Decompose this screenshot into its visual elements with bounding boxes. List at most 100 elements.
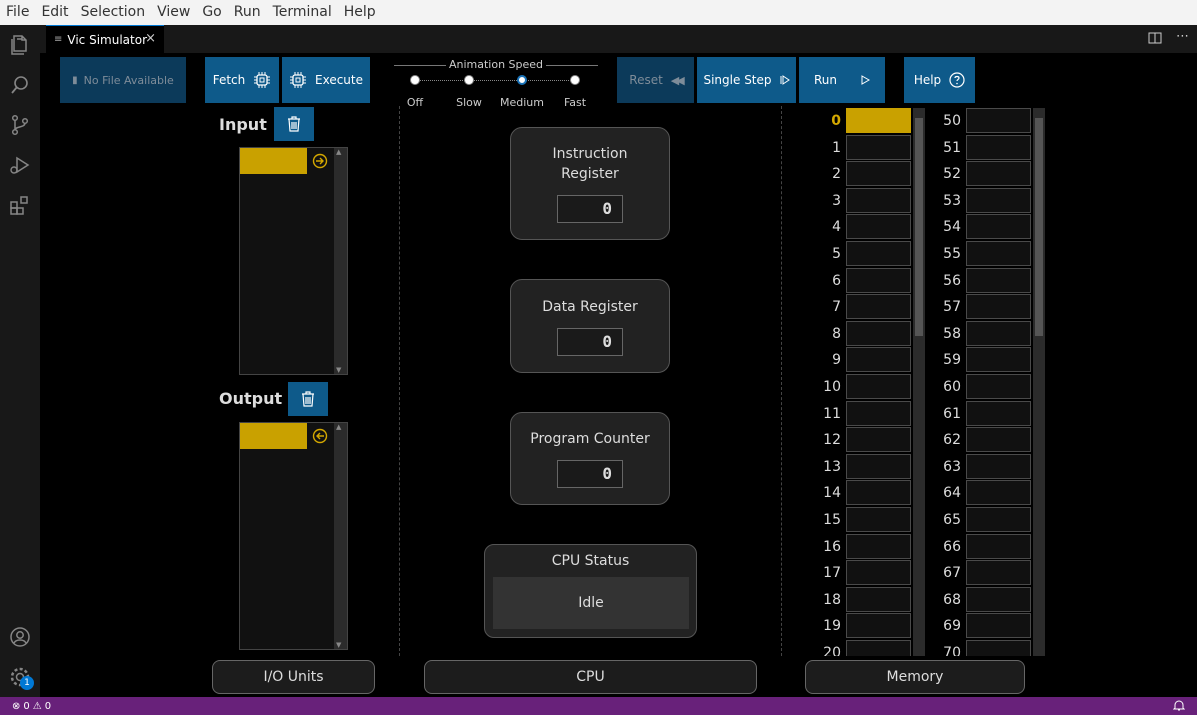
account-icon[interactable] bbox=[8, 625, 32, 649]
memory-cell-input[interactable] bbox=[966, 533, 1031, 559]
memory-cell-input[interactable] bbox=[966, 560, 1031, 586]
extensions-icon[interactable] bbox=[8, 193, 32, 217]
scroll-down-icon[interactable]: ▼ bbox=[336, 641, 341, 649]
memory-cell-input[interactable] bbox=[846, 374, 911, 399]
memory-cell-input[interactable] bbox=[966, 507, 1031, 532]
menu-view[interactable]: View bbox=[151, 0, 196, 25]
memory-cell-input[interactable] bbox=[846, 267, 911, 293]
memory-cell-input[interactable] bbox=[846, 453, 911, 479]
memory-cell-input[interactable] bbox=[846, 560, 911, 586]
memory-cell-input[interactable] bbox=[966, 267, 1031, 293]
memory-address: 17 bbox=[823, 565, 841, 582]
speed-label-fast: Fast bbox=[563, 96, 587, 109]
memory-cell-input[interactable] bbox=[846, 108, 911, 133]
menu-edit[interactable]: Edit bbox=[35, 0, 74, 25]
fetch-button[interactable]: Fetch bbox=[205, 57, 279, 103]
step-icon bbox=[780, 75, 790, 85]
memory-cell-input[interactable] bbox=[846, 400, 911, 426]
memory-cell-input[interactable] bbox=[966, 427, 1031, 453]
output-cell-active[interactable] bbox=[240, 423, 307, 449]
memory-cell-input[interactable] bbox=[846, 214, 911, 240]
memory-cell-input[interactable] bbox=[966, 214, 1031, 240]
run-debug-icon[interactable] bbox=[8, 153, 32, 177]
memory-cell-input[interactable] bbox=[846, 427, 911, 453]
menu-selection[interactable]: Selection bbox=[75, 0, 152, 25]
memory-row: 58 bbox=[927, 320, 1047, 348]
close-icon[interactable]: × bbox=[145, 31, 156, 46]
no-file-button[interactable]: ▮ No File Available bbox=[60, 57, 186, 103]
tab-vic-simulator[interactable]: ≡ Vic Simulator × bbox=[46, 25, 164, 53]
memory-left-scroll-thumb[interactable] bbox=[915, 118, 923, 336]
memory-cell-input[interactable] bbox=[966, 187, 1031, 213]
memory-cell-input[interactable] bbox=[846, 241, 911, 266]
memory-cell-input[interactable] bbox=[966, 134, 1031, 160]
speed-option-fast[interactable] bbox=[570, 75, 580, 85]
source-control-icon[interactable] bbox=[8, 113, 32, 137]
help-button[interactable]: Help bbox=[904, 57, 975, 103]
memory-cell-input[interactable] bbox=[966, 586, 1031, 612]
memory-left-scrollbar[interactable] bbox=[913, 108, 925, 656]
memory-cell-input[interactable] bbox=[846, 533, 911, 559]
memory-row: 0 bbox=[807, 108, 927, 135]
memory-cell-input[interactable] bbox=[846, 134, 911, 160]
memory-cell-input[interactable] bbox=[846, 480, 911, 506]
speed-option-medium[interactable] bbox=[517, 75, 527, 85]
memory-cell-input[interactable] bbox=[846, 187, 911, 213]
memory-cell-input[interactable] bbox=[846, 586, 911, 612]
memory-cell-input[interactable] bbox=[966, 294, 1031, 320]
memory-cell-input[interactable] bbox=[846, 320, 911, 346]
memory-cell-input[interactable] bbox=[966, 374, 1031, 399]
output-list[interactable]: ▲ ▼ bbox=[239, 422, 348, 650]
memory-cell-input[interactable] bbox=[846, 640, 911, 656]
search-icon[interactable] bbox=[8, 73, 32, 97]
clear-input-button[interactable] bbox=[274, 107, 314, 141]
run-button[interactable]: Run bbox=[799, 57, 885, 103]
speed-option-slow[interactable] bbox=[464, 75, 474, 85]
input-cell-active[interactable] bbox=[240, 148, 307, 174]
clear-output-button[interactable] bbox=[288, 382, 328, 416]
memory-cell-input[interactable] bbox=[966, 453, 1031, 479]
menu-go[interactable]: Go bbox=[196, 0, 227, 25]
memory-address: 63 bbox=[943, 458, 961, 475]
memory-cell-input[interactable] bbox=[966, 161, 1031, 187]
scroll-down-icon[interactable]: ▼ bbox=[336, 366, 341, 374]
memory-right-scroll-thumb[interactable] bbox=[1035, 118, 1043, 336]
menu-run[interactable]: Run bbox=[228, 0, 267, 25]
memory-cell-input[interactable] bbox=[846, 161, 911, 187]
memory-address: 67 bbox=[943, 565, 961, 582]
memory-right-scrollbar[interactable] bbox=[1033, 108, 1045, 656]
speed-option-off[interactable] bbox=[410, 75, 420, 85]
output-scrollbar[interactable]: ▲ ▼ bbox=[334, 423, 347, 649]
memory-address: 70 bbox=[943, 645, 961, 656]
menu-terminal[interactable]: Terminal bbox=[267, 0, 338, 25]
memory-cell-input[interactable] bbox=[966, 480, 1031, 506]
chip-icon bbox=[254, 72, 271, 88]
memory-cell-input[interactable] bbox=[966, 640, 1031, 656]
memory-cell-input[interactable] bbox=[966, 241, 1031, 266]
problems-indicator[interactable]: ⊗ 0 ⚠ 0 bbox=[12, 701, 51, 712]
instruction-register-label: Instruction Register bbox=[552, 146, 628, 182]
explorer-icon[interactable] bbox=[8, 33, 32, 57]
more-actions-icon[interactable]: ⋯ bbox=[1176, 30, 1189, 45]
memory-cell-input[interactable] bbox=[846, 613, 911, 639]
input-scrollbar[interactable]: ▲ ▼ bbox=[334, 148, 347, 374]
scroll-up-icon[interactable]: ▲ bbox=[336, 148, 341, 156]
memory-cell-input[interactable] bbox=[966, 320, 1031, 346]
memory-cell-input[interactable] bbox=[966, 613, 1031, 639]
memory-row: 3 bbox=[807, 187, 927, 215]
single-step-button[interactable]: Single Step bbox=[697, 57, 796, 103]
execute-button[interactable]: Execute bbox=[282, 57, 370, 103]
split-editor-icon[interactable] bbox=[1148, 31, 1162, 45]
memory-cell-input[interactable] bbox=[966, 108, 1031, 133]
scroll-up-icon[interactable]: ▲ bbox=[336, 423, 341, 431]
input-list[interactable]: ▲ ▼ bbox=[239, 147, 348, 375]
memory-cell-input[interactable] bbox=[966, 347, 1031, 373]
memory-cell-input[interactable] bbox=[966, 400, 1031, 426]
memory-cell-input[interactable] bbox=[846, 294, 911, 320]
memory-cell-input[interactable] bbox=[846, 347, 911, 373]
memory-cell-input[interactable] bbox=[846, 507, 911, 532]
notifications-bell-icon[interactable] bbox=[1173, 699, 1185, 712]
menu-file[interactable]: File bbox=[0, 0, 35, 25]
menu-help[interactable]: Help bbox=[338, 0, 382, 25]
reset-button[interactable]: Reset ◀◀ bbox=[617, 57, 694, 103]
